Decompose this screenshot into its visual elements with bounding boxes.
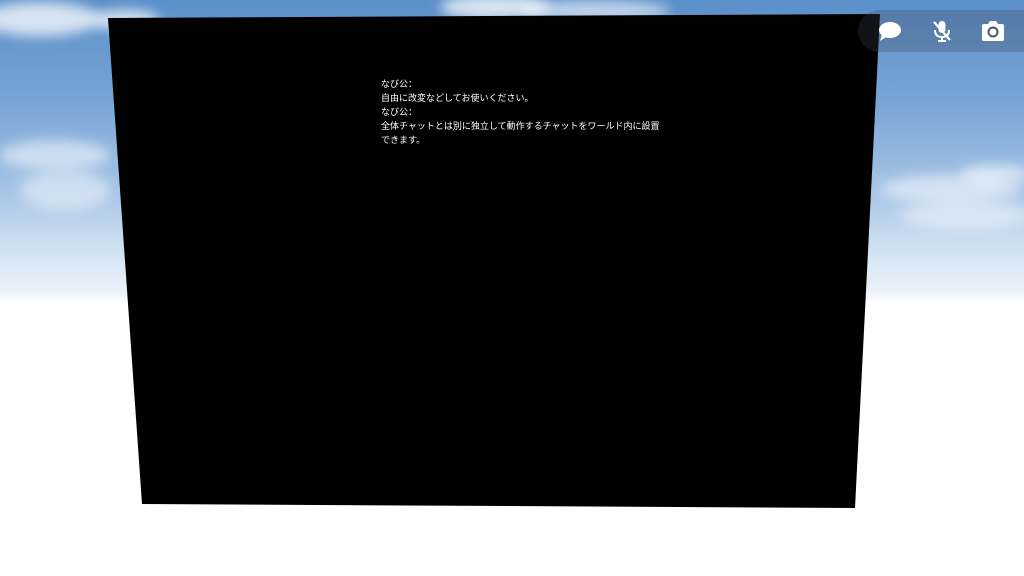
chat-line-1: 自由に改変などしてお使いください。: [381, 94, 534, 104]
hud-toolbar: [858, 10, 1024, 52]
chat-line-4: できます。: [381, 136, 426, 146]
camera-button[interactable]: [979, 18, 1007, 44]
world-chat-log: なび公： 自由に改変などしてお使いください。 なび公： 全体チャットとは別に独立…: [381, 78, 681, 148]
chat-line-0: なび公：: [381, 80, 418, 90]
chat-line-3: 全体チャットとは別に独立して動作するチャットをワールド内に設置: [381, 122, 660, 132]
camera-icon: [982, 21, 1004, 41]
horizon: [0, 290, 1024, 304]
chat-line-2: なび公：: [381, 108, 418, 118]
chat-button[interactable]: [876, 18, 904, 44]
mic-toggle-button[interactable]: [928, 18, 956, 44]
chat-bubble-icon: [879, 22, 901, 41]
mic-muted-icon: [933, 21, 951, 42]
ground-plane: [0, 298, 1024, 576]
